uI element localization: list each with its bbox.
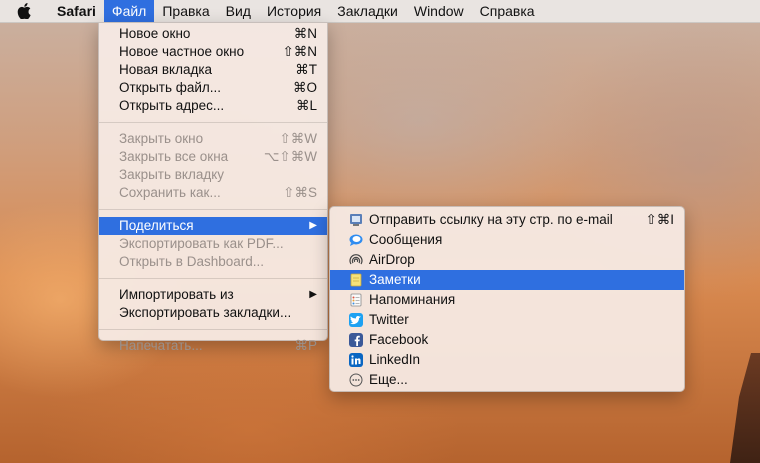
more-icon <box>349 373 363 387</box>
shortcut-label: ⌥⇧⌘W <box>263 149 317 164</box>
menu-file[interactable]: Файл <box>103 0 155 22</box>
menu-separator <box>99 278 327 279</box>
menu-view[interactable]: Вид <box>218 0 259 22</box>
background-mountain <box>730 353 760 463</box>
shortcut-label: ⇧⌘I <box>645 212 674 227</box>
shortcut-label: ⇧⌘W <box>279 131 317 146</box>
menu-item-label: Сохранить как... <box>119 185 221 200</box>
menu-item-label: Еще... <box>369 372 408 387</box>
menu-item-label: Новое частное окно <box>119 44 245 59</box>
menu-item-close-tab: Закрыть вкладку <box>99 166 327 184</box>
share-item-airdrop[interactable]: AirDrop <box>330 250 684 270</box>
shortcut-label: ⌘N <box>293 26 317 41</box>
menu-item-export-pdf: Экспортировать как PDF... <box>99 235 327 253</box>
menu-separator <box>99 329 327 330</box>
menu-bar: Safari Файл Правка Вид История Закладки … <box>0 0 760 23</box>
menu-item-label: Закрыть вкладку <box>119 167 225 182</box>
reminders-icon <box>349 293 363 307</box>
shortcut-label: ⇧⌘S <box>283 185 317 200</box>
menu-item-label: Открыть в Dashboard... <box>119 254 264 269</box>
menu-bookmarks[interactable]: Закладки <box>329 0 406 22</box>
shortcut-label: ⌘L <box>295 98 317 113</box>
menu-help[interactable]: Справка <box>472 0 543 22</box>
menu-item-close-window: Закрыть окно ⇧⌘W <box>99 130 327 148</box>
menu-item-export-bookmarks[interactable]: Экспортировать закладки... <box>99 304 327 322</box>
share-item-facebook[interactable]: Facebook <box>330 330 684 350</box>
menu-item-label: LinkedIn <box>369 352 421 367</box>
menu-edit[interactable]: Правка <box>154 0 217 22</box>
menu-item-label: Новое окно <box>119 26 191 41</box>
menu-item-label: Напоминания <box>369 292 456 307</box>
file-menu: Новое окно ⌘N Новое частное окно ⇧⌘N Нов… <box>98 22 328 353</box>
menu-separator <box>99 122 327 123</box>
menu-item-label: Twitter <box>369 312 409 327</box>
menu-item-label: Напечатать... <box>119 338 203 353</box>
menu-item-label: Заметки <box>369 272 421 287</box>
shortcut-label: ⌘T <box>295 62 317 77</box>
menu-item-label: Новая вкладка <box>119 62 213 77</box>
menu-item-open-file[interactable]: Открыть файл... ⌘O <box>99 79 327 97</box>
twitter-icon <box>349 313 363 327</box>
share-item-reminders[interactable]: Напоминания <box>330 290 684 310</box>
share-item-email[interactable]: Отправить ссылку на эту стр. по e-mail ⇧… <box>330 210 684 230</box>
menu-item-label: Facebook <box>369 332 429 347</box>
menu-history[interactable]: История <box>259 0 329 22</box>
menu-item-label: Импортировать из <box>119 287 234 302</box>
menu-item-share[interactable]: Поделиться ▶ <box>99 217 327 235</box>
share-submenu: Отправить ссылку на эту стр. по e-mail ⇧… <box>329 206 685 392</box>
menu-item-label: Открыть файл... <box>119 80 222 95</box>
menu-item-label: Открыть адрес... <box>119 98 225 113</box>
menu-item-label: Экспортировать закладки... <box>119 305 292 320</box>
airdrop-icon <box>349 253 363 267</box>
menu-item-open-location[interactable]: Открыть адрес... ⌘L <box>99 97 327 115</box>
menu-item-new-private-window[interactable]: Новое частное окно ⇧⌘N <box>99 43 327 61</box>
share-item-more[interactable]: Еще... <box>330 370 684 390</box>
menu-item-label: Сообщения <box>369 232 443 247</box>
menu-separator <box>99 209 327 210</box>
menu-item-label: AirDrop <box>369 252 415 267</box>
menu-item-new-tab[interactable]: Новая вкладка ⌘T <box>99 61 327 79</box>
share-item-twitter[interactable]: Twitter <box>330 310 684 330</box>
menu-safari[interactable]: Safari <box>49 0 104 22</box>
linkedin-icon <box>349 353 363 367</box>
facebook-icon <box>349 333 363 347</box>
menu-item-close-all-windows: Закрыть все окна ⌥⇧⌘W <box>99 148 327 166</box>
share-item-linkedin[interactable]: LinkedIn <box>330 350 684 370</box>
menu-item-label: Поделиться <box>119 218 194 233</box>
menu-item-save-as: Сохранить как... ⇧⌘S <box>99 184 327 202</box>
apple-icon[interactable] <box>17 3 31 19</box>
menu-item-label: Закрыть окно <box>119 131 204 146</box>
messages-icon <box>349 233 363 247</box>
menu-item-print: Напечатать... ⌘P <box>99 337 327 355</box>
menu-item-label: Закрыть все окна <box>119 149 229 164</box>
share-item-messages[interactable]: Сообщения <box>330 230 684 250</box>
menu-item-import-from[interactable]: Импортировать из ▶ <box>99 286 327 304</box>
menu-item-label: Отправить ссылку на эту стр. по e-mail <box>369 212 613 227</box>
submenu-arrow-icon: ▶ <box>309 289 317 300</box>
notes-icon <box>349 273 363 287</box>
share-item-notes[interactable]: Заметки <box>330 270 684 290</box>
submenu-arrow-icon: ▶ <box>309 220 317 231</box>
menu-item-new-window[interactable]: Новое окно ⌘N <box>99 25 327 43</box>
menu-item-open-in-dashboard: Открыть в Dashboard... <box>99 253 327 271</box>
shortcut-label: ⌘O <box>292 80 317 95</box>
menu-item-label: Экспортировать как PDF... <box>119 236 284 251</box>
shortcut-label: ⇧⌘N <box>282 44 317 59</box>
shortcut-label: ⌘P <box>294 338 317 353</box>
menu-window[interactable]: Window <box>406 0 472 22</box>
mail-icon <box>349 213 363 227</box>
